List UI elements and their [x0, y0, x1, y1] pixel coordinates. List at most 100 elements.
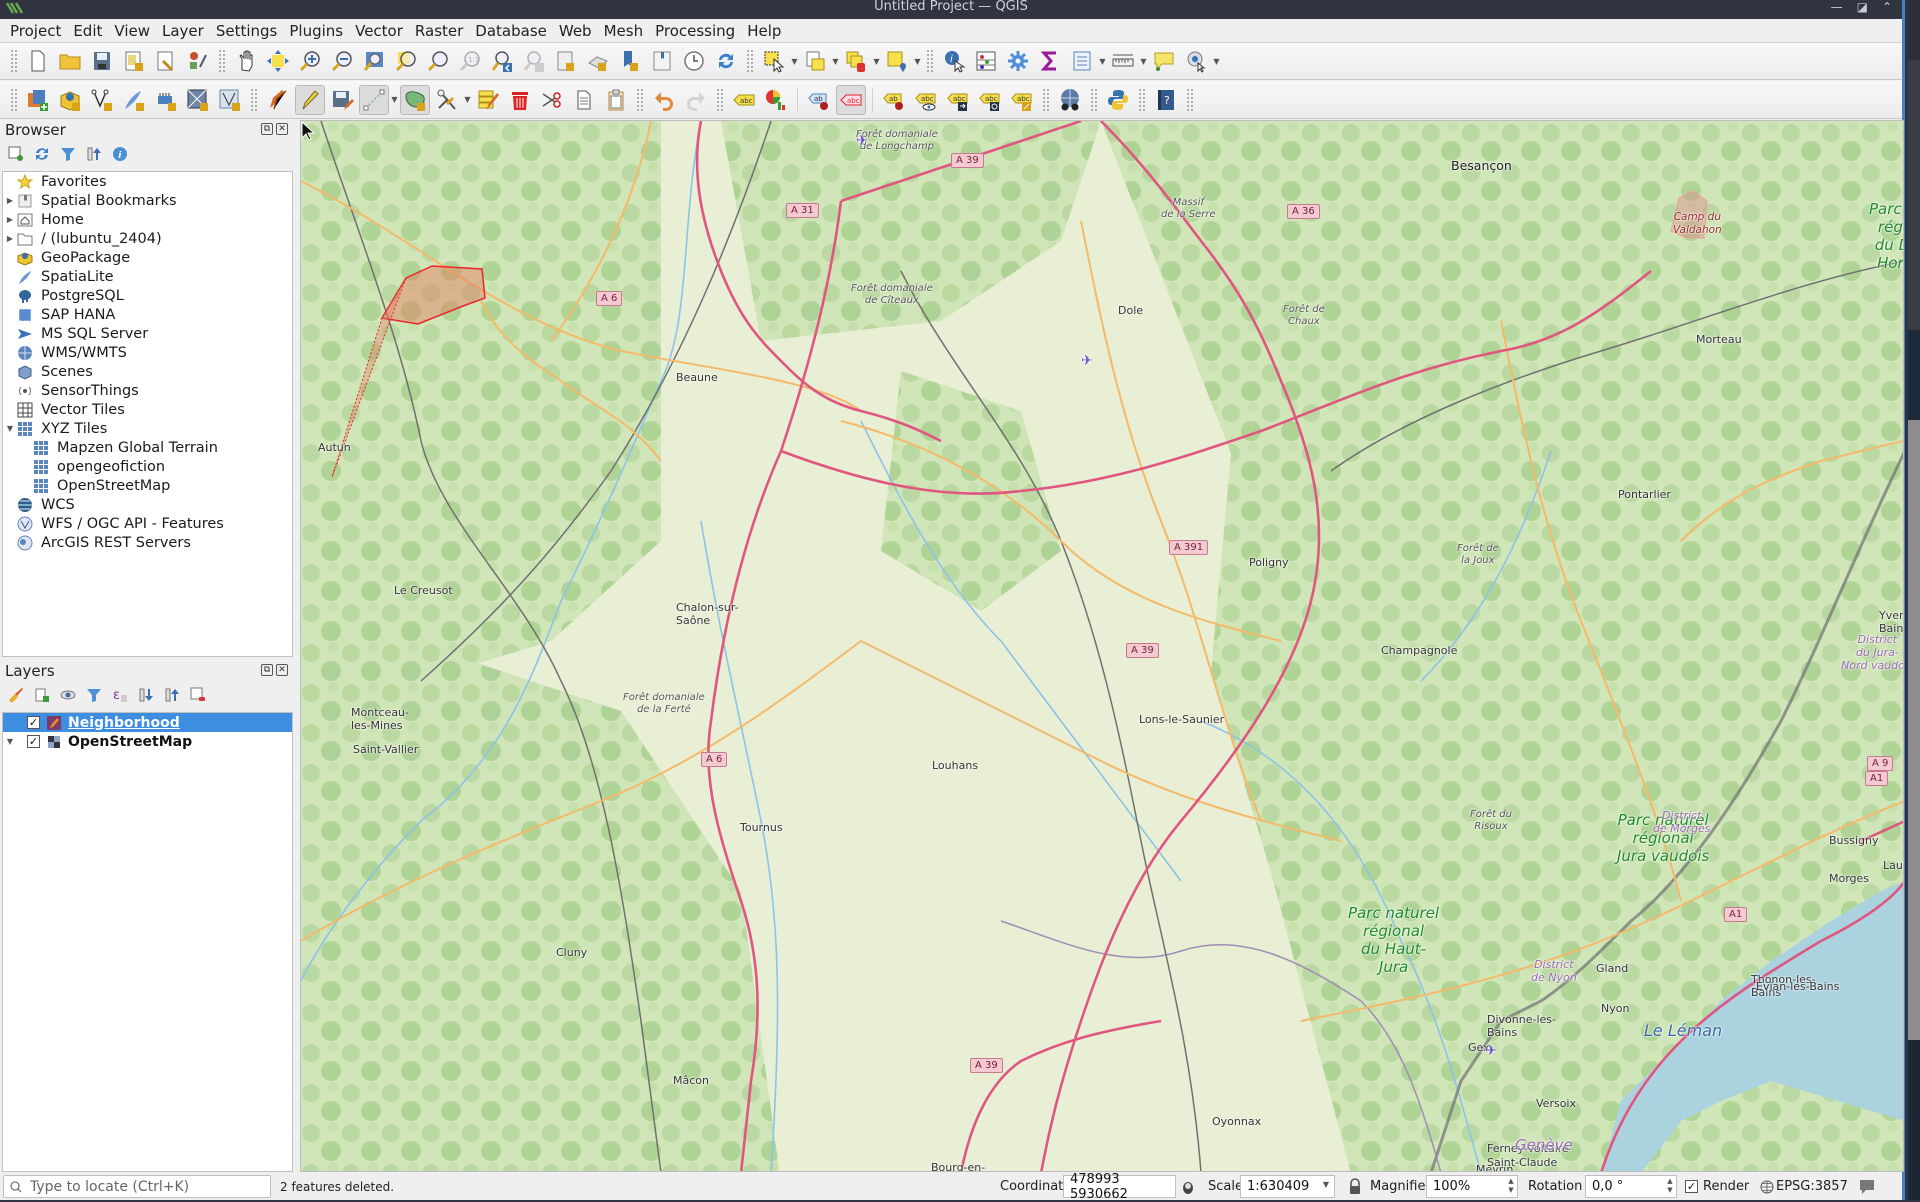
highlight-pinned-labels-button[interactable]: abc: [836, 84, 866, 115]
toolbar-grip[interactable]: [10, 87, 18, 112]
save-project-button[interactable]: [87, 46, 117, 76]
zoom-native-button[interactable]: 1:1: [455, 46, 485, 76]
browser-item[interactable]: PostgreSQL: [3, 286, 292, 305]
new-map-view-button[interactable]: [551, 46, 581, 76]
toolbar-grip[interactable]: [218, 49, 226, 73]
rotation-spinbox[interactable]: 0,0 ° ▲ ▼: [1585, 1175, 1677, 1198]
locator-dropdown[interactable]: ▼: [1212, 46, 1221, 76]
spin-arrows-icon[interactable]: ▲ ▼: [1506, 1177, 1516, 1195]
menu-layer[interactable]: Layer: [156, 22, 210, 40]
browser-item[interactable]: ▶ Home: [3, 210, 292, 229]
lock-scale-icon[interactable]: [1348, 1178, 1362, 1195]
help-contents-button[interactable]: ?: [1151, 85, 1181, 115]
layout-manager-button[interactable]: [151, 46, 181, 76]
browser-item[interactable]: ▶ / (lubuntu_2404): [3, 229, 292, 248]
menu-settings[interactable]: Settings: [210, 22, 284, 40]
change-label-properties-button[interactable]: abc: [1007, 85, 1037, 115]
filter-legend-button[interactable]: [84, 685, 104, 705]
maximize-button[interactable]: ◪: [1857, 0, 1868, 14]
browser-item[interactable]: ArcGIS REST Servers: [3, 533, 292, 552]
deselect-features-dropdown[interactable]: ▼: [872, 46, 881, 76]
browser-item[interactable]: opengeofiction: [3, 457, 292, 476]
add-selected-layers-button[interactable]: [6, 144, 26, 164]
expand-all-button[interactable]: [136, 685, 156, 705]
new-temporary-scratch-layer-button[interactable]: [151, 85, 181, 115]
map-tips-button[interactable]: [1149, 46, 1179, 76]
browser-item[interactable]: Vector Tiles: [3, 400, 292, 419]
redo-button[interactable]: [681, 85, 711, 115]
new-project-button[interactable]: [23, 46, 53, 76]
coordinate-field[interactable]: 478993 5930662: [1063, 1172, 1176, 1202]
add-group-button[interactable]: [32, 685, 52, 705]
browser-item[interactable]: ▼ XYZ Tiles: [3, 419, 292, 438]
current-edits-button[interactable]: [263, 85, 293, 115]
layer-item[interactable]: ▼ ✓ OpenStreetMap: [3, 732, 292, 751]
browser-tree[interactable]: Favorites ▶ Spatial Bookmarks ▶ Home ▶ / (lubu…: [2, 171, 293, 657]
browser-item[interactable]: OpenStreetMap: [3, 476, 292, 495]
open-attribute-table-button[interactable]: [971, 46, 1001, 76]
filter-browser-button[interactable]: [58, 144, 78, 164]
browser-item[interactable]: SpatiaLite: [3, 267, 292, 286]
measure-line-button[interactable]: [1108, 46, 1138, 76]
new-shapefile-layer-button[interactable]: [87, 85, 117, 115]
data-source-manager-button[interactable]: [23, 85, 53, 115]
expand-arrow-icon[interactable]: ▶: [3, 196, 17, 205]
zoom-next-button[interactable]: [519, 46, 549, 76]
menu-processing[interactable]: Processing: [649, 22, 741, 40]
layer-visibility-checkbox[interactable]: ✓: [27, 716, 40, 729]
toolbar-grip[interactable]: [1138, 87, 1146, 112]
browser-item[interactable]: GeoPackage: [3, 248, 292, 267]
show-bookmarks-button[interactable]: [647, 46, 677, 76]
manage-map-themes-button[interactable]: [58, 685, 78, 705]
remove-layer-button[interactable]: [188, 685, 208, 705]
metasearch-button[interactable]: [1055, 85, 1085, 115]
new-3d-map-view-button[interactable]: [583, 46, 613, 76]
identify-features-button[interactable]: i: [939, 46, 969, 76]
layers-tree[interactable]: ✓ Neighborhood ▼ ✓ OpenStreetMap: [2, 712, 293, 1172]
expand-arrow-icon[interactable]: ▶: [3, 215, 17, 224]
collapse-all-button[interactable]: [84, 144, 104, 164]
select-features-dropdown[interactable]: ▼: [790, 46, 799, 76]
move-label-button[interactable]: abc: [943, 85, 973, 115]
menu-view[interactable]: View: [108, 22, 156, 40]
new-mesh-layer-button[interactable]: [215, 85, 245, 115]
browser-item[interactable]: ▶ Spatial Bookmarks: [3, 191, 292, 210]
collapse-all-layers-button[interactable]: [162, 685, 182, 705]
temporal-controller-button[interactable]: [679, 46, 709, 76]
browser-item[interactable]: Scenes: [3, 362, 292, 381]
copy-features-button[interactable]: [569, 85, 599, 115]
menu-raster[interactable]: Raster: [409, 22, 469, 40]
toolbar-grip[interactable]: [10, 49, 18, 73]
magnifier-spinbox[interactable]: 100% ▲ ▼: [1426, 1175, 1518, 1198]
toolbar-grip[interactable]: [1042, 87, 1050, 112]
select-by-value-dropdown[interactable]: ▼: [831, 46, 840, 76]
open-project-button[interactable]: [55, 46, 85, 76]
zoom-in-button[interactable]: [295, 46, 325, 76]
new-bookmark-button[interactable]: [615, 46, 645, 76]
locator-button[interactable]: [1181, 46, 1211, 76]
zoom-full-button[interactable]: [359, 46, 389, 76]
browser-item[interactable]: Mapzen Global Terrain: [3, 438, 292, 457]
paste-features-button[interactable]: [601, 85, 631, 115]
layer-labeling-options-button[interactable]: abc: [729, 85, 759, 115]
browser-item[interactable]: WMS/WMTS: [3, 343, 292, 362]
modify-attributes-button[interactable]: [473, 85, 503, 115]
statistical-summary-button[interactable]: [1035, 46, 1065, 76]
digitize-dropdown[interactable]: ▼: [390, 85, 399, 115]
map-canvas[interactable]: Besançon Dole Beaune Autun Le Creusot Chalon-…: [300, 120, 1904, 1172]
refresh-button[interactable]: [711, 46, 741, 76]
crs-button[interactable]: EPSG:3857: [1776, 1179, 1848, 1194]
field-calculator-dropdown[interactable]: ▼: [1098, 46, 1107, 76]
new-virtual-layer-button[interactable]: [183, 85, 213, 115]
measure-dropdown[interactable]: ▼: [1139, 46, 1148, 76]
delete-selected-button[interactable]: [505, 85, 535, 115]
deselect-features-button[interactable]: [841, 46, 871, 76]
toolbar-grip[interactable]: [1186, 87, 1194, 112]
zoom-to-selection-button[interactable]: [391, 46, 421, 76]
menu-plugins[interactable]: Plugins: [283, 22, 349, 40]
toolbar-grip[interactable]: [636, 87, 644, 112]
undo-button[interactable]: [649, 85, 679, 115]
zoom-out-button[interactable]: [327, 46, 357, 76]
expand-arrow-icon[interactable]: ▶: [3, 234, 17, 243]
browser-item[interactable]: WFS / OGC API - Features: [3, 514, 292, 533]
